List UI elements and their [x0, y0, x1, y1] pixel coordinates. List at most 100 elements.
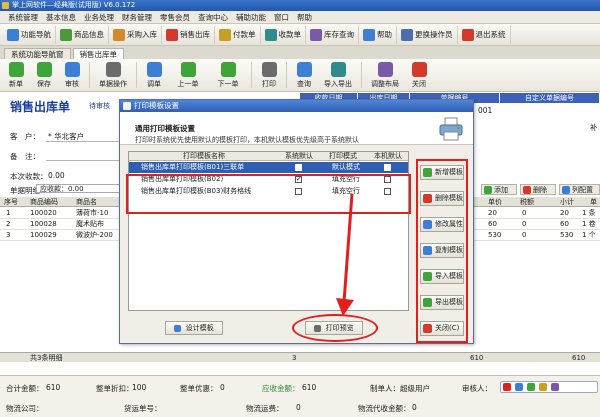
doc-toolbar-button-2[interactable]: 审核 [58, 62, 86, 89]
doc-toolbar-button-7[interactable]: 打印 [255, 62, 283, 89]
doc-toolbar-button-6[interactable]: 下一单 [208, 62, 248, 89]
system-default-checkbox[interactable] [295, 164, 302, 171]
toolbar-button-7[interactable]: 帮助 [359, 25, 397, 44]
favour-value[interactable]: 0 [220, 383, 225, 392]
menu-item-3[interactable]: 财务管理 [118, 11, 156, 23]
prev-icon [180, 62, 196, 77]
doc-toolbar-label: 单据操作 [99, 80, 127, 88]
tab-navigation[interactable]: 系统功能导航窗 [4, 48, 71, 59]
menu-item-1[interactable]: 基本信息 [42, 11, 80, 23]
receivable-tab[interactable]: 应收款：0.00 [36, 184, 126, 193]
side-button-0[interactable]: 新增模板 [420, 165, 464, 180]
toolbar-button-label: 付款单 [233, 30, 256, 39]
menu-item-4[interactable]: 零售会员 [156, 11, 194, 23]
toolbar-button-label: 退出系统 [475, 30, 506, 39]
doc-toolbar-button-5[interactable]: 上一单 [168, 62, 208, 89]
menu-item-6[interactable]: 辅助功能 [232, 11, 270, 23]
collect-field[interactable]: 0.00 [48, 171, 65, 180]
toolbar-button-label: 更换操作员 [415, 30, 453, 39]
print-template-dialog: 打印模板设置 通用打印模板设置 打印时系统优先使用默认的模板打印，本机默认模板优… [119, 99, 474, 344]
cell-name: 魔术贴布 [76, 220, 104, 228]
doc-toolbar-label: 保存 [37, 80, 51, 88]
doc-toolbar-button-8[interactable]: 查询 [290, 62, 318, 89]
exit-icon [461, 28, 474, 41]
menu-item-0[interactable]: 系统管理 [4, 11, 42, 23]
template-row[interactable]: 销售出库单打印模板(B01)三联单 默认模式 [129, 162, 408, 173]
doc-toolbar-button-10[interactable]: 调整布局 [365, 62, 405, 89]
menu-item-7[interactable]: 窗口 [270, 11, 293, 23]
discount-value[interactable]: 100 [132, 383, 146, 392]
toolbar-button-6[interactable]: 库存查询 [306, 25, 359, 44]
side-button-5[interactable]: 导出模板 [420, 295, 464, 310]
footer-qty: 3 [292, 354, 297, 362]
template-mode: 默认模式 [332, 163, 360, 171]
toolbar-button-1[interactable]: 商品信息 [56, 25, 109, 44]
next-icon [220, 62, 236, 77]
doc-toolbar-label: 审核 [65, 80, 79, 88]
doc-toolbar-label: 打印 [262, 80, 276, 88]
delete-template-icon [423, 194, 432, 203]
cell-unit: 1 个 [582, 231, 596, 239]
doc-toolbar-button-4[interactable]: 调单 [140, 62, 168, 89]
side-button-6[interactable]: 关闭(C) [420, 321, 464, 336]
dialog-title: 打印模板设置 [134, 101, 179, 110]
doc-toolbar-label: 关闭 [412, 80, 426, 88]
toolbar-button-2[interactable]: 采购入库 [109, 25, 162, 44]
column-config-button[interactable]: 列配置 [559, 184, 600, 195]
add-row-button[interactable]: 添加 [481, 184, 517, 195]
main-toolbar: 功能导航 商品信息 采购入库 销售出库 付款单 收款单 库存查询 帮助 更换操作员 退出系统 [0, 24, 600, 46]
table-footer: 共3条明细 3 610 610 [0, 352, 600, 362]
toolbar-button-4[interactable]: 付款单 [215, 25, 261, 44]
doc-toolbar-button-3[interactable]: 单据操作 [93, 62, 133, 89]
app-title: 掌上网软件—经典版(试用版) V6.0.172 [12, 1, 136, 9]
freight-value[interactable]: 0 [296, 403, 301, 412]
tab-sales-outbound[interactable]: 销售出库单 [72, 48, 124, 59]
app-icon [2, 2, 9, 9]
side-button-3[interactable]: 复制模板 [420, 243, 464, 258]
query-icon [296, 62, 312, 77]
side-button-4[interactable]: 导入模板 [420, 269, 464, 284]
cell-unit: 1 卷 [582, 220, 596, 228]
side-button-1[interactable]: 删除模板 [420, 191, 464, 206]
delete-row-button[interactable]: 删除 [520, 184, 556, 195]
receivable-value: 610 [302, 383, 317, 392]
toolbar-button-8[interactable]: 更换操作员 [397, 25, 458, 44]
ime-punct-icon [527, 383, 535, 391]
maker-label: 制单人： [370, 384, 400, 393]
header-col-custom-no: 自定义单据编号 [500, 93, 600, 103]
ime-keyboard-icon [551, 383, 559, 391]
page-title: 销售出库单 [10, 100, 71, 114]
doc-toolbar-button-0[interactable]: 新单 [2, 62, 30, 89]
doc-toolbar-button-1[interactable]: 保存 [30, 62, 58, 89]
print-icon [261, 62, 277, 77]
print-preview-button[interactable]: 打印预览 [305, 321, 363, 335]
cell-sub: 60 [560, 220, 569, 228]
compass-icon [7, 28, 19, 41]
doc-toolbar-button-9[interactable]: 导入导出 [318, 62, 358, 89]
toolbar-button-5[interactable]: 收款单 [261, 25, 306, 44]
toolbar-button-0[interactable]: 功能导航 [3, 25, 56, 44]
input-method-bar[interactable] [500, 381, 598, 393]
maker-value: 超级用户 [400, 384, 430, 393]
delete-icon [523, 186, 531, 194]
side-button-label: 修改属性 [435, 220, 463, 228]
side-button-2[interactable]: 修改属性 [420, 217, 464, 232]
local-default-checkbox[interactable] [384, 164, 391, 171]
toolbar-button-label: 销售出库 [180, 30, 210, 39]
toolbar-button-9[interactable]: 退出系统 [458, 25, 511, 44]
design-template-button[interactable]: 设计模板 [165, 321, 223, 335]
template-list-header: 打印模板名称 系统默认 打印模式 本机默认 [129, 152, 408, 161]
cell-tax: 0 [522, 231, 527, 239]
menu-item-5[interactable]: 查询中心 [194, 11, 232, 23]
cod-value[interactable]: 0 [412, 403, 417, 412]
menu-item-8[interactable]: 帮助 [293, 11, 316, 23]
toolbar-button-label: 商品信息 [74, 30, 104, 39]
cart-icon [166, 28, 178, 41]
doc-toolbar-button-11[interactable]: 关闭 [405, 62, 433, 89]
close-icon [423, 324, 432, 333]
toolbar-button-3[interactable]: 销售出库 [162, 25, 215, 44]
doc-icon [105, 62, 121, 77]
remark-field[interactable] [46, 160, 120, 161]
menu-item-2[interactable]: 业务处理 [80, 11, 118, 23]
collect-label: 本次收款： [10, 172, 48, 181]
